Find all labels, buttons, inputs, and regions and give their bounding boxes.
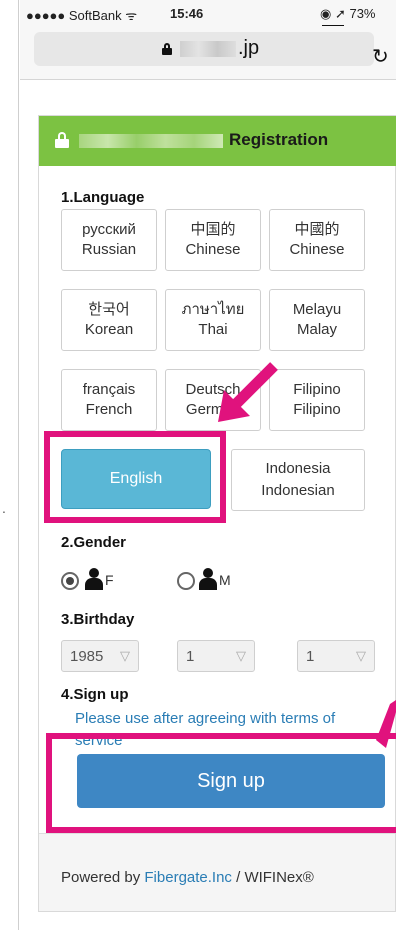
- birth-month-value: 1: [186, 648, 195, 665]
- fibergate-link[interactable]: Fibergate.Inc: [144, 869, 232, 886]
- carrier-label: ●●●●● SoftBank ᯤ: [26, 8, 138, 23]
- chevron-down-icon: ▽: [236, 648, 246, 663]
- lock-icon: [162, 43, 172, 55]
- highlight-box-english: [44, 431, 226, 523]
- side-mark: .: [2, 500, 6, 516]
- chevron-down-icon: ▽: [120, 648, 130, 663]
- footer-prefix: Powered by: [61, 869, 145, 886]
- card-header: Registration: [39, 116, 396, 166]
- arrow-icon: [218, 362, 278, 422]
- gender-female-radio[interactable]: [61, 572, 79, 590]
- arrow-icon: [376, 700, 396, 748]
- language-button-chinese-traditional[interactable]: 中國的 Chinese: [269, 209, 365, 271]
- section-gender-title: 2.Gender: [61, 534, 127, 551]
- footer-text: Powered by Fibergate.Inc / WIFINex®: [61, 869, 314, 886]
- language-native: ภาษาไทย: [181, 301, 245, 318]
- birth-day-select[interactable]: 1 ▽: [297, 640, 375, 672]
- language-english: Indonesian: [261, 482, 335, 499]
- language-english: Malay: [296, 321, 337, 338]
- page-title: Registration: [229, 130, 329, 149]
- language-button-chinese-simplified[interactable]: 中国的 Chinese: [165, 209, 261, 271]
- section-birthday-title: 3.Birthday: [61, 611, 135, 628]
- domain-redacted: [180, 41, 236, 57]
- language-native: 中国的: [190, 221, 236, 238]
- language-english: Chinese: [185, 241, 241, 258]
- language-native: Filipino: [293, 381, 341, 398]
- language-native: Melayu: [292, 301, 342, 318]
- language-english: Thai: [198, 321, 228, 338]
- network-name-redacted: [79, 134, 223, 148]
- language-english: Filipino: [293, 401, 341, 418]
- browser-toolbar: .jp ↻: [20, 26, 396, 80]
- gender-male-label: M: [219, 572, 231, 588]
- language-button-indonesian[interactable]: Indonesia Indonesian: [231, 449, 365, 511]
- language-button-french[interactable]: français French: [61, 369, 157, 431]
- reload-icon[interactable]: ↻: [372, 44, 389, 69]
- language-english: Korean: [84, 321, 134, 338]
- page-edge-line: [18, 0, 19, 930]
- person-icon: [85, 568, 103, 590]
- language-native: 한국어: [88, 301, 130, 318]
- birth-month-select[interactable]: 1 ▽: [177, 640, 255, 672]
- chevron-down-icon: ▽: [356, 648, 366, 663]
- language-english: Russian: [81, 241, 137, 258]
- domain-suffix: .jp: [238, 37, 260, 59]
- address-bar[interactable]: .jp: [34, 32, 374, 66]
- clock: 15:46: [170, 6, 204, 21]
- gender-female-label: F: [105, 572, 114, 588]
- language-english: French: [85, 401, 133, 418]
- language-button-russian[interactable]: русский Russian: [61, 209, 157, 271]
- language-button-malay[interactable]: Melayu Malay: [269, 289, 365, 351]
- birth-day-value: 1: [306, 648, 315, 665]
- language-native: 中國的: [294, 221, 340, 238]
- battery-percent: ◉ ➚ 73%: [320, 6, 376, 21]
- footer-suffix: / WIFINex®: [231, 869, 314, 886]
- person-icon: [199, 568, 217, 590]
- language-english: Chinese: [289, 241, 345, 258]
- footer: Powered by Fibergate.Inc / WIFINex®: [39, 833, 395, 911]
- language-button-filipino[interactable]: Filipino Filipino: [269, 369, 365, 431]
- language-native: русский: [82, 221, 136, 238]
- section-language-title: 1.Language: [61, 189, 145, 206]
- lock-icon: [55, 132, 69, 148]
- language-native: Indonesia: [265, 460, 331, 477]
- status-bar: ●●●●● SoftBank ᯤ 15:46 ◉ ➚ 73%: [20, 0, 396, 37]
- birth-year-value: 1985: [70, 648, 104, 665]
- section-signup-title: 4.Sign up: [61, 686, 129, 703]
- gender-male-radio[interactable]: [177, 572, 195, 590]
- language-button-thai[interactable]: ภาษาไทย Thai: [165, 289, 261, 351]
- language-native: français: [82, 381, 136, 398]
- birth-year-select[interactable]: 1985 ▽: [61, 640, 139, 672]
- highlight-box-signup: [46, 733, 396, 833]
- language-button-korean[interactable]: 한국어 Korean: [61, 289, 157, 351]
